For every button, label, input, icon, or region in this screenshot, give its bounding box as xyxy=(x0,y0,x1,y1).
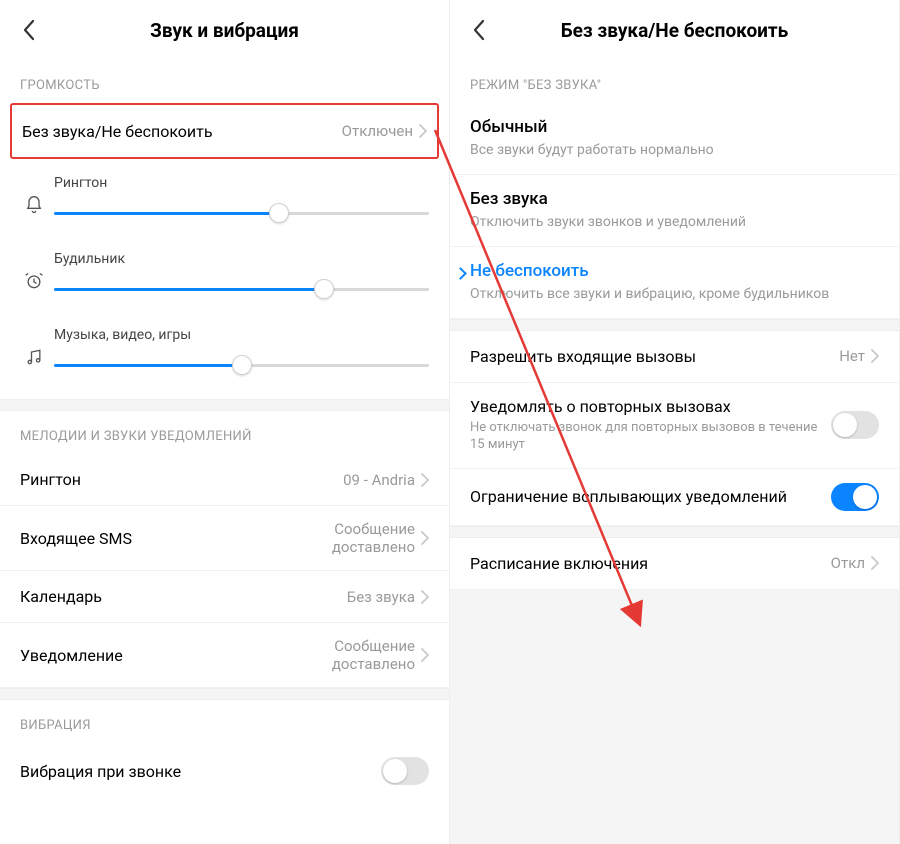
header: Звук и вибрация xyxy=(0,0,449,60)
row-value: Сообщение доставлено xyxy=(265,520,415,556)
row-label: Входящее SMS xyxy=(20,529,265,548)
mode-title: Не беспокоить xyxy=(470,261,879,281)
row-title: Ограничение всплывающих уведомлений xyxy=(470,487,821,506)
chevron-right-icon xyxy=(421,531,429,545)
row-sms[interactable]: Входящее SMS Сообщение доставлено xyxy=(0,506,449,571)
screen-silent-dnd: Без звука/Не беспокоить РЕЖИМ "БЕЗ ЗВУКА… xyxy=(450,0,900,844)
row-vibrate-on-call: Вибрация при звонке xyxy=(0,743,449,799)
section-divider xyxy=(450,526,899,538)
row-notification[interactable]: Уведомление Сообщение доставлено xyxy=(0,623,449,688)
section-divider xyxy=(0,399,449,411)
page-title: Без звука/Не беспокоить xyxy=(494,19,855,42)
row-label: Без звука/Не беспокоить xyxy=(22,122,342,141)
section-volume: ГРОМКОСТЬ xyxy=(0,60,449,103)
slider-label: Музыка, видео, игры xyxy=(54,327,429,343)
back-button[interactable] xyxy=(14,15,44,45)
chevron-right-icon xyxy=(421,473,429,487)
highlight-silent-dnd: Без звука/Не беспокоить Отключен xyxy=(10,103,439,159)
alarm-icon xyxy=(20,251,48,291)
mode-silent[interactable]: Без звука Отключить звуки звонков и увед… xyxy=(450,175,899,247)
row-label: Вибрация при звонке xyxy=(20,762,381,781)
switch-popup[interactable] xyxy=(831,483,879,511)
row-repeated-calls: Уведомлять о повторных вызовах Не отключ… xyxy=(450,383,899,469)
mode-title: Обычный xyxy=(470,117,879,137)
row-calendar[interactable]: Календарь Без звука xyxy=(0,571,449,623)
slider-alarm: Будильник xyxy=(0,235,449,311)
section-mode: РЕЖИМ "БЕЗ ЗВУКА" xyxy=(450,60,899,103)
mode-sub: Все звуки будут работать нормально xyxy=(470,141,879,160)
row-sub: Не отключать звонок для повторных вызово… xyxy=(470,419,821,454)
mode-dnd[interactable]: Не беспокоить Отключить все звуки и вибр… xyxy=(450,247,899,319)
chevron-right-icon xyxy=(419,124,427,138)
slider-ringtone-track[interactable] xyxy=(54,201,429,225)
mode-title: Без звука xyxy=(470,189,879,209)
row-allow-calls[interactable]: Разрешить входящие вызовы Нет xyxy=(450,331,899,383)
chevron-left-icon xyxy=(22,19,36,41)
row-ringtone[interactable]: Рингтон 09 - Andria xyxy=(0,454,449,506)
row-value: Без звука xyxy=(347,588,415,606)
slider-label: Будильник xyxy=(54,251,429,267)
header: Без звука/Не беспокоить xyxy=(450,0,899,60)
section-divider xyxy=(450,319,899,331)
switch-vibrate[interactable] xyxy=(381,757,429,785)
page-title: Звук и вибрация xyxy=(44,19,405,42)
row-value: Отключен xyxy=(342,122,413,140)
row-title: Уведомлять о повторных вызовах xyxy=(470,397,821,416)
row-label: Расписание включения xyxy=(470,554,831,573)
row-value: Нет xyxy=(839,347,865,365)
mode-sub: Отключить звуки звонков и уведомлений xyxy=(470,213,879,232)
slider-media-track[interactable] xyxy=(54,353,429,377)
row-label: Разрешить входящие вызовы xyxy=(470,347,839,366)
row-value: Откл xyxy=(831,554,865,572)
row-label: Рингтон xyxy=(20,470,343,489)
row-label: Уведомление xyxy=(20,646,265,665)
slider-alarm-track[interactable] xyxy=(54,277,429,301)
row-popup-limit: Ограничение всплывающих уведомлений xyxy=(450,469,899,526)
music-icon xyxy=(20,327,48,367)
chevron-right-icon xyxy=(871,556,879,570)
row-silent-dnd[interactable]: Без звука/Не беспокоить Отключен xyxy=(12,105,437,157)
row-label: Календарь xyxy=(20,587,347,606)
row-schedule[interactable]: Расписание включения Откл xyxy=(450,538,899,590)
mode-normal[interactable]: Обычный Все звуки будут работать нормаль… xyxy=(450,103,899,175)
chevron-right-icon xyxy=(421,590,429,604)
slider-media: Музыка, видео, игры xyxy=(0,311,449,399)
row-value: Сообщение доставлено xyxy=(265,637,415,673)
bell-icon xyxy=(20,175,48,215)
back-button[interactable] xyxy=(464,15,494,45)
section-vibration: ВИБРАЦИЯ xyxy=(0,700,449,743)
mode-sub: Отключить все звуки и вибрацию, кроме бу… xyxy=(470,285,879,304)
chevron-right-icon xyxy=(421,648,429,662)
section-ringtones: МЕЛОДИИ И ЗВУКИ УВЕДОМЛЕНИЙ xyxy=(0,411,449,454)
screen-sound-vibration: Звук и вибрация ГРОМКОСТЬ Без звука/Не б… xyxy=(0,0,450,844)
section-divider xyxy=(0,688,449,700)
empty-space xyxy=(450,590,899,844)
row-value: 09 - Andria xyxy=(343,471,415,489)
slider-label: Рингтон xyxy=(54,175,429,191)
slider-ringtone: Рингтон xyxy=(0,159,449,235)
chevron-left-icon xyxy=(472,19,486,41)
switch-repeated[interactable] xyxy=(831,411,879,439)
chevron-right-icon xyxy=(871,349,879,363)
